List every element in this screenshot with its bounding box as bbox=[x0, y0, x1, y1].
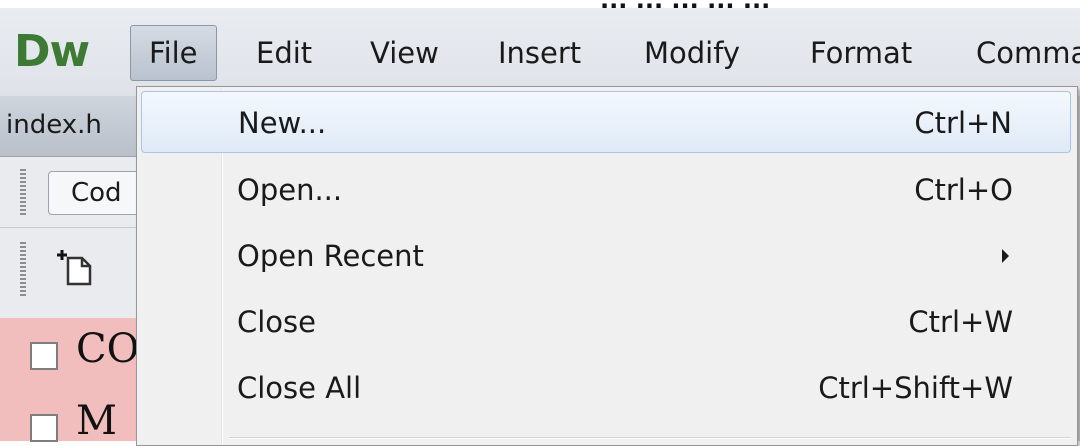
menu-modify[interactable]: Modify bbox=[626, 25, 758, 81]
standard-toolbar bbox=[0, 228, 140, 318]
checkbox[interactable] bbox=[30, 342, 58, 370]
menu-file[interactable]: File bbox=[130, 25, 217, 81]
content-line: CO bbox=[76, 326, 140, 372]
document-tab-strip: index.h bbox=[0, 96, 140, 157]
document-tab[interactable]: index.h bbox=[6, 110, 140, 140]
menu-separator bbox=[229, 437, 1071, 439]
menu-format[interactable]: Format bbox=[792, 25, 930, 81]
menu-commands[interactable]: Comma bbox=[958, 25, 1080, 81]
menu-item-label: Close bbox=[237, 305, 316, 339]
menu-item-shortcut: Ctrl+N bbox=[914, 106, 1012, 140]
menu-item-open[interactable]: Open... Ctrl+O bbox=[141, 159, 1071, 221]
menu-item-label: Close All bbox=[237, 371, 362, 405]
document-toolbar: Cod bbox=[0, 157, 148, 228]
new-document-icon[interactable] bbox=[54, 244, 98, 288]
menu-item-open-recent[interactable]: Open Recent bbox=[141, 225, 1071, 287]
menu-edit[interactable]: Edit bbox=[238, 25, 330, 81]
menu-view[interactable]: View bbox=[352, 25, 457, 81]
menu-item-label: Open Recent bbox=[237, 239, 424, 273]
menu-bar: Dw File Edit View Insert Modify Format C… bbox=[0, 8, 1080, 96]
toolbar-grip-handle[interactable] bbox=[20, 169, 26, 215]
content-line: M bbox=[76, 398, 117, 444]
menu-item-close-all[interactable]: Close All Ctrl+Shift+W bbox=[141, 357, 1071, 419]
menu-item-new[interactable]: New... Ctrl+N bbox=[141, 91, 1071, 153]
menu-item-shortcut: Ctrl+Shift+W bbox=[818, 371, 1013, 405]
menu-item-close[interactable]: Close Ctrl+W bbox=[141, 291, 1071, 353]
page-content-area: CO M bbox=[0, 318, 140, 444]
menu-item-shortcut: Ctrl+O bbox=[914, 173, 1013, 207]
code-view-button[interactable]: Cod bbox=[48, 171, 148, 215]
file-menu-dropdown: New... Ctrl+N Open... Ctrl+O Open Recent… bbox=[136, 86, 1078, 446]
submenu-arrow-icon bbox=[1002, 249, 1009, 263]
menu-insert[interactable]: Insert bbox=[480, 25, 599, 81]
checkbox[interactable] bbox=[30, 414, 58, 442]
cropped-header-text: ... ... ... ... ... bbox=[600, 0, 1080, 8]
app-logo: Dw bbox=[14, 26, 90, 77]
menu-item-label: Open... bbox=[237, 173, 343, 207]
toolbar-grip-handle-2[interactable] bbox=[20, 242, 26, 298]
menu-item-shortcut: Ctrl+W bbox=[908, 305, 1013, 339]
menu-item-label: New... bbox=[238, 106, 327, 140]
